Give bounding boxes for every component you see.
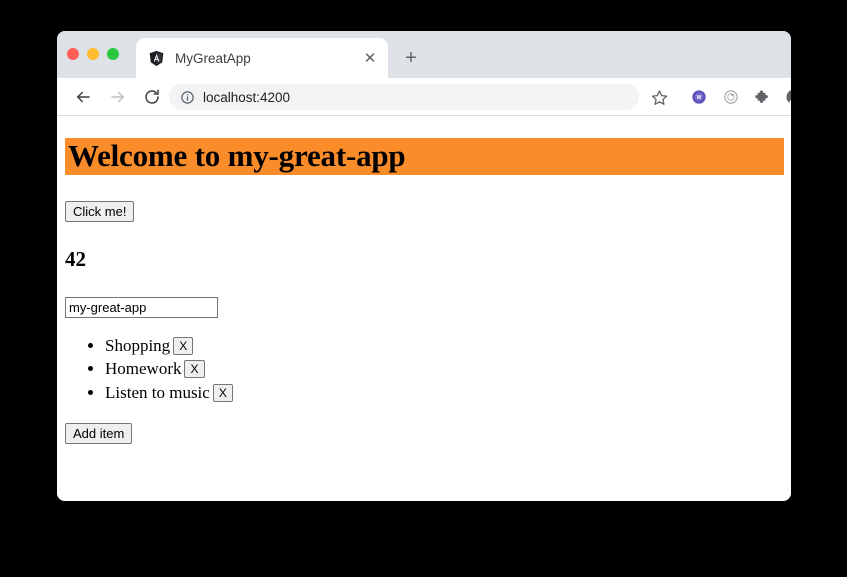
back-arrow-glyph bbox=[77, 91, 90, 103]
window-close-button[interactable] bbox=[67, 48, 79, 60]
remove-item-button[interactable]: X bbox=[212, 383, 233, 402]
bookmark-star-icon[interactable] bbox=[645, 83, 673, 111]
new-tab-icon[interactable]: + bbox=[397, 44, 425, 72]
reload-arrow-glyph bbox=[145, 89, 159, 104]
browser-toolbar: localhost:4200 W bbox=[57, 78, 791, 116]
forward-arrow-glyph bbox=[111, 91, 124, 103]
url-text: localhost:4200 bbox=[203, 89, 291, 105]
page-viewport: Welcome to my-great-app Click me! 42 Sho… bbox=[57, 116, 791, 501]
page-title: Welcome to my-great-app bbox=[68, 138, 406, 173]
list-item: Listen to musicX bbox=[105, 382, 783, 404]
list-item-label: Listen to music bbox=[105, 382, 210, 402]
browser-tab[interactable]: MyGreatApp ✕ bbox=[136, 38, 388, 78]
window-controls bbox=[67, 48, 119, 60]
list-item: HomeworkX bbox=[105, 358, 783, 380]
puzzle-glyph bbox=[754, 90, 768, 103]
welcome-banner: Welcome to my-great-app bbox=[65, 138, 784, 175]
click-me-button[interactable]: Click me! bbox=[65, 200, 135, 222]
address-bar[interactable]: localhost:4200 bbox=[169, 84, 639, 110]
remove-item-button[interactable]: X bbox=[173, 336, 194, 355]
extension-two-icon[interactable] bbox=[717, 83, 745, 111]
close-icon[interactable]: ✕ bbox=[358, 46, 382, 70]
window-zoom-button[interactable] bbox=[107, 48, 119, 60]
remove-item-button[interactable]: X bbox=[184, 360, 205, 379]
tab-strip: MyGreatApp ✕ + bbox=[57, 31, 791, 78]
reload-icon[interactable] bbox=[139, 84, 165, 110]
star-glyph bbox=[651, 89, 667, 105]
name-input[interactable] bbox=[65, 296, 218, 318]
extension-one-icon[interactable]: W bbox=[685, 83, 713, 111]
counter-value: 42 bbox=[65, 246, 86, 271]
browser-window: MyGreatApp ✕ + localhost:4200 W Welcome … bbox=[57, 31, 791, 501]
extension-one-glyph: W bbox=[692, 90, 706, 104]
app-root: Welcome to my-great-app Click me! 42 Sho… bbox=[57, 116, 791, 501]
window-minimize-button[interactable] bbox=[87, 48, 99, 60]
todo-list: ShoppingX HomeworkX Listen to musicX bbox=[65, 335, 783, 404]
angular-shield-icon bbox=[149, 50, 164, 66]
avatar-glyph bbox=[786, 90, 791, 104]
back-icon[interactable] bbox=[70, 84, 96, 110]
info-circle-icon[interactable] bbox=[180, 90, 195, 105]
list-item: ShoppingX bbox=[105, 335, 783, 357]
forward-icon[interactable] bbox=[105, 84, 131, 110]
tab-title: MyGreatApp bbox=[175, 50, 251, 66]
list-item-label: Homework bbox=[105, 359, 182, 379]
extension-two-glyph bbox=[724, 90, 738, 104]
add-item-button[interactable]: Add item bbox=[65, 423, 133, 445]
list-item-label: Shopping bbox=[105, 335, 171, 355]
extensions-puzzle-icon[interactable] bbox=[748, 83, 776, 111]
profile-avatar-icon[interactable] bbox=[780, 83, 791, 111]
